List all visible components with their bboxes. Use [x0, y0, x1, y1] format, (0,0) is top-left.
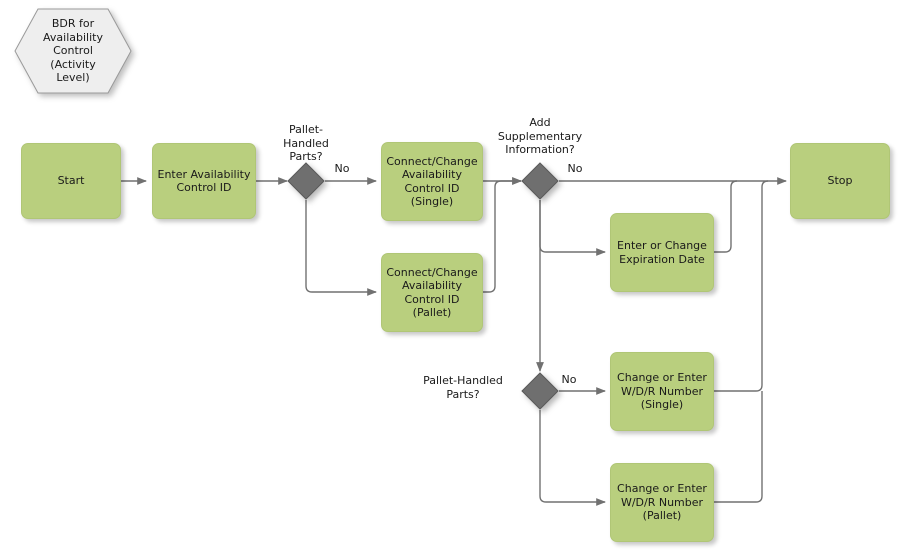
- decision-pallet-handled-parts-top[interactable]: [287, 162, 325, 200]
- decision-add-supplementary-information[interactable]: [521, 162, 559, 200]
- node-enter-change-expiration-date[interactable]: Enter or Change Expiration Date: [610, 213, 714, 292]
- node-enter-availability-control-id[interactable]: Enter Availability Control ID: [152, 143, 256, 219]
- label-decision-pallet-handled-parts-bottom: Pallet-Handled Parts?: [423, 374, 503, 401]
- edge-decision1-yes-to-pallet: [305, 200, 377, 296]
- flowchart-canvas: BDR for Availability Control (Activity L…: [0, 0, 900, 550]
- node-connect-change-single[interactable]: Connect/Change Availability Control ID (…: [381, 142, 483, 221]
- label-decision-add-supplementary-information: Add Supplementary Information?: [497, 116, 583, 156]
- decision-pallet-handled-parts-bottom[interactable]: [521, 372, 559, 410]
- edge-label-decision2-no: No: [567, 162, 583, 175]
- node-start[interactable]: Start: [21, 143, 121, 219]
- edge-wdr-single-to-stop-line: [714, 180, 769, 392]
- edge-label-decision3-no: No: [561, 373, 577, 386]
- edge-pallet-to-decision2: [483, 177, 522, 293]
- edge-decision3-yes-to-wdr-pallet: [539, 410, 606, 506]
- title-hexagon-label: BDR for Availability Control (Activity L…: [43, 17, 103, 85]
- edge-label-decision1-no: No: [334, 162, 350, 175]
- edge-wdr-pallet-to-stop-line: [714, 391, 763, 503]
- title-hexagon: BDR for Availability Control (Activity L…: [14, 8, 132, 94]
- edge-expiration-date-to-stop-line: [714, 180, 738, 253]
- node-change-enter-wdr-pallet[interactable]: Change or Enter W/D/R Number (Pallet): [610, 463, 714, 542]
- node-stop[interactable]: Stop: [790, 143, 890, 219]
- node-connect-change-pallet[interactable]: Connect/Change Availability Control ID (…: [381, 253, 483, 332]
- label-decision-pallet-handled-parts-top: Pallet- Handled Parts?: [283, 123, 329, 163]
- node-change-enter-wdr-single[interactable]: Change or Enter W/D/R Number (Single): [610, 352, 714, 431]
- edge-decision2-to-expiration-date: [539, 200, 606, 256]
